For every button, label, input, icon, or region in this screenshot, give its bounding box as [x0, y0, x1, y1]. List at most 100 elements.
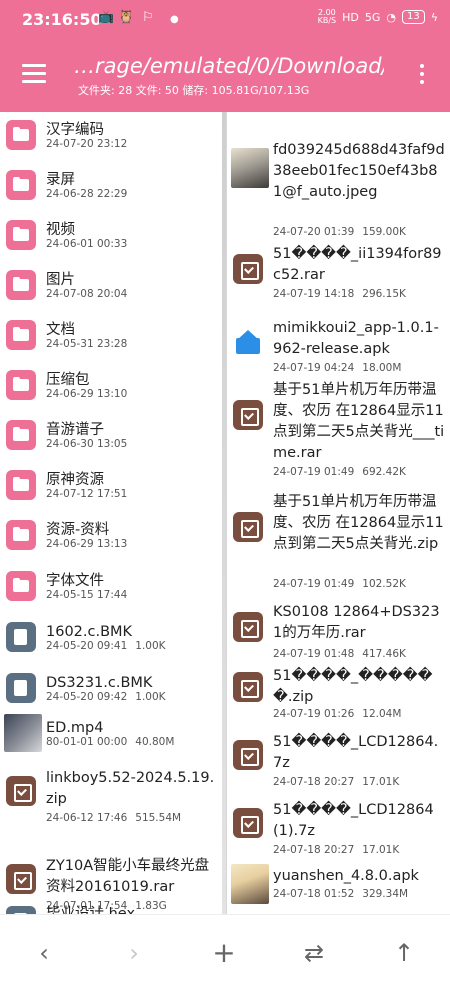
status-bar: 23:16:50 📺 🦉 ⚐ ● 2.00 KB/S HD 5G ◔ 13 ϟ [0, 0, 450, 38]
hd-badge: HD [342, 10, 359, 24]
file-name: mimikkoui2_app-1.0.1-962-release.apk [273, 320, 439, 357]
file-date: 24-06-12 17:46 [46, 812, 128, 824]
file-list-item[interactable]: DS3231.c.BMK 24-05-20 09:42 1.00K [0, 665, 222, 715]
file-meta: 24-06-30 13:05 [46, 438, 127, 450]
archive-icon [6, 864, 36, 894]
folder-icon [6, 520, 36, 550]
folder-icon [6, 320, 36, 350]
file-size: 17.01K [362, 776, 400, 788]
file-name: fd039245d688d43faf9d38eeb01fec150ef43b81… [273, 142, 445, 200]
file-name: KS0108 12864+DS3231的万年历.rar [273, 604, 440, 641]
net-speed: 2.00 KB/S [318, 9, 337, 25]
file-date: 24-07-19 01:49 [273, 466, 355, 478]
file-meta: 24-05-20 09:42 1.00K [46, 691, 166, 703]
archive-icon [233, 612, 263, 642]
file-size: 515.54M [135, 812, 182, 824]
current-path[interactable]: …rage/emulated/0/Download/ [74, 54, 384, 78]
file-meta: 24-07-12 17:51 [46, 488, 127, 500]
file-list-item[interactable]: 汉字编码 24-07-20 23:12 [0, 112, 222, 162]
net-speed-unit: KB/S [317, 16, 337, 25]
right-file-pane[interactable]: 24-07-20 01:4066.35K fd039245d688d43faf9d… [226, 112, 450, 914]
archive-icon [233, 254, 263, 284]
file-size: 159.00K [362, 226, 406, 238]
up-directory-button[interactable]: ↑ [384, 933, 424, 973]
file-list-item[interactable]: 51����_������.zip 24-07-19 01:26 12.04M [227, 658, 450, 722]
archive-icon [233, 672, 263, 702]
menu-icon-line [22, 80, 46, 83]
file-date: 24-05-31 23:28 [46, 338, 128, 350]
file-date: 24-05-15 17:44 [46, 589, 128, 601]
file-meta: 24-07-20 23:12 [46, 138, 127, 150]
file-name: ZY10A智能小车最终光盘资料20161019.rar [46, 858, 210, 895]
status-time: 23:16:50 [22, 10, 102, 29]
status-right: 2.00 KB/S HD 5G ◔ 13 ϟ [318, 9, 438, 25]
file-meta: 24-07-19 01:26 12.04M [273, 708, 401, 720]
file-list-item[interactable]: 视频 24-06-01 00:33 [0, 212, 222, 262]
forward-button[interactable]: › [114, 933, 154, 973]
signal-label: 5G [364, 10, 381, 24]
file-meta: 24-07-18 01:52 329.34M [273, 888, 408, 900]
apk-icon [233, 328, 263, 358]
file-meta: 24-07-08 20:04 [46, 288, 127, 300]
add-button[interactable]: + [204, 933, 244, 973]
file-list-item[interactable]: mimikkoui2_app-1.0.1-962-release.apk 24-0… [227, 312, 450, 376]
menu-button[interactable] [22, 64, 46, 84]
file-name: 51����_ii1394for89c52.rar [273, 246, 442, 283]
app-header: …rage/emulated/0/Download/ 文件夹: 28 文件: 5… [0, 44, 450, 110]
left-file-pane[interactable]: 汉字编码 24-07-20 23:12 录屏 24-06-28 22:29 视频 24-0… [0, 112, 222, 914]
file-list-item[interactable]: 字体文件 24-05-15 17:44 [0, 563, 222, 613]
file-size: 296.15K [362, 288, 406, 300]
file-list-item[interactable]: 原神资源 24-07-12 17:51 [0, 462, 222, 512]
file-meta: 24-05-20 09:41 1.00K [46, 640, 166, 652]
file-size: 12.04M [362, 708, 402, 720]
file-date: 24-06-29 13:10 [46, 388, 128, 400]
file-list-item[interactable]: 文档 24-05-31 23:28 [0, 312, 222, 362]
file-list-item[interactable]: linkboy5.52-2024.5.19.zip 24-06-12 17:46 5… [0, 762, 222, 830]
file-list-item[interactable]: KS0108 12864+DS3231的万年历.rar 24-07-19 01:4… [227, 598, 450, 664]
file-list-item[interactable]: 基于51单片机万年历带温度、农历 在12864显示11点到第二天5点关背光___… [227, 372, 450, 492]
file-list-item[interactable]: 毕业设计.hex [0, 898, 222, 914]
folder-icon [6, 120, 36, 150]
file-date: 24-07-18 20:27 [273, 776, 355, 788]
file-list-item[interactable]: 录屏 24-06-28 22:29 [0, 162, 222, 212]
swap-panes-button[interactable]: ⇄ [294, 933, 334, 973]
folder-icon [6, 370, 36, 400]
file-list-item[interactable]: 1602.c.BMK 24-05-20 09:41 1.00K [0, 614, 222, 664]
file-list-item[interactable]: 压缩包 24-06-29 13:10 [0, 362, 222, 412]
file-meta: 24-07-19 01:49 692.42K [273, 466, 406, 478]
file-list-item[interactable]: 资源-资料 24-06-29 13:13 [0, 512, 222, 562]
file-date: 24-05-20 09:41 [46, 640, 128, 652]
file-list-item[interactable]: 51����_LCD12864.7z 24-07-18 20:27 17.01K [227, 726, 450, 790]
folder-icon [6, 220, 36, 250]
charging-icon: ϟ [430, 10, 438, 24]
file-list-item[interactable]: fd039245d688d43faf9d38eeb01fec150ef43b81… [227, 140, 450, 240]
file-date: 24-07-20 23:12 [46, 138, 128, 150]
file-list-item[interactable]: 51����_LCD12864(1).7z 24-07-18 20:27 17.01… [227, 794, 450, 858]
folder-icon [6, 470, 36, 500]
file-meta: 24-06-29 13:13 [46, 538, 127, 550]
folder-icon [6, 420, 36, 450]
file-list-item[interactable]: 基于51单片机万年历带温度、农历 在12864显示11点到第二天5点关背光.zi… [227, 484, 450, 604]
file-list-item[interactable]: 图片 24-07-08 20:04 [0, 262, 222, 312]
menu-icon-line [22, 64, 46, 67]
file-name: 基于51单片机万年历带温度、农历 在12864显示11点到第二天5点关背光.zi… [273, 494, 444, 552]
file-date: 24-06-29 13:13 [46, 538, 128, 550]
file-list-item[interactable]: 音游谱子 24-06-30 13:05 [0, 412, 222, 462]
dot-icon: ● [170, 14, 179, 25]
file-date: 24-06-30 13:05 [46, 438, 128, 450]
file-list-item[interactable]: yuanshen_4.8.0.apk 24-07-18 01:52 329.34M [227, 860, 450, 910]
file-size: 102.52K [362, 578, 406, 590]
file-list-item[interactable]: 24-07-20 01:4066.35K [227, 112, 450, 114]
video-thumbnail-icon [4, 714, 42, 752]
more-icon-dot [420, 72, 424, 76]
file-list-item[interactable]: ED.mp4 80-01-01 00:00 40.80M [0, 710, 222, 760]
back-button[interactable]: ‹ [24, 933, 64, 973]
image-thumbnail-icon [231, 148, 269, 188]
archive-icon [233, 400, 263, 430]
folder-icon [6, 270, 36, 300]
more-options-button[interactable] [418, 64, 426, 88]
archive-icon [233, 808, 263, 838]
file-list-item[interactable]: 51����_ii1394for89c52.rar 24-07-19 14:18 2… [227, 238, 450, 310]
folder-icon [6, 571, 36, 601]
file-size: 1.00K [135, 640, 166, 652]
